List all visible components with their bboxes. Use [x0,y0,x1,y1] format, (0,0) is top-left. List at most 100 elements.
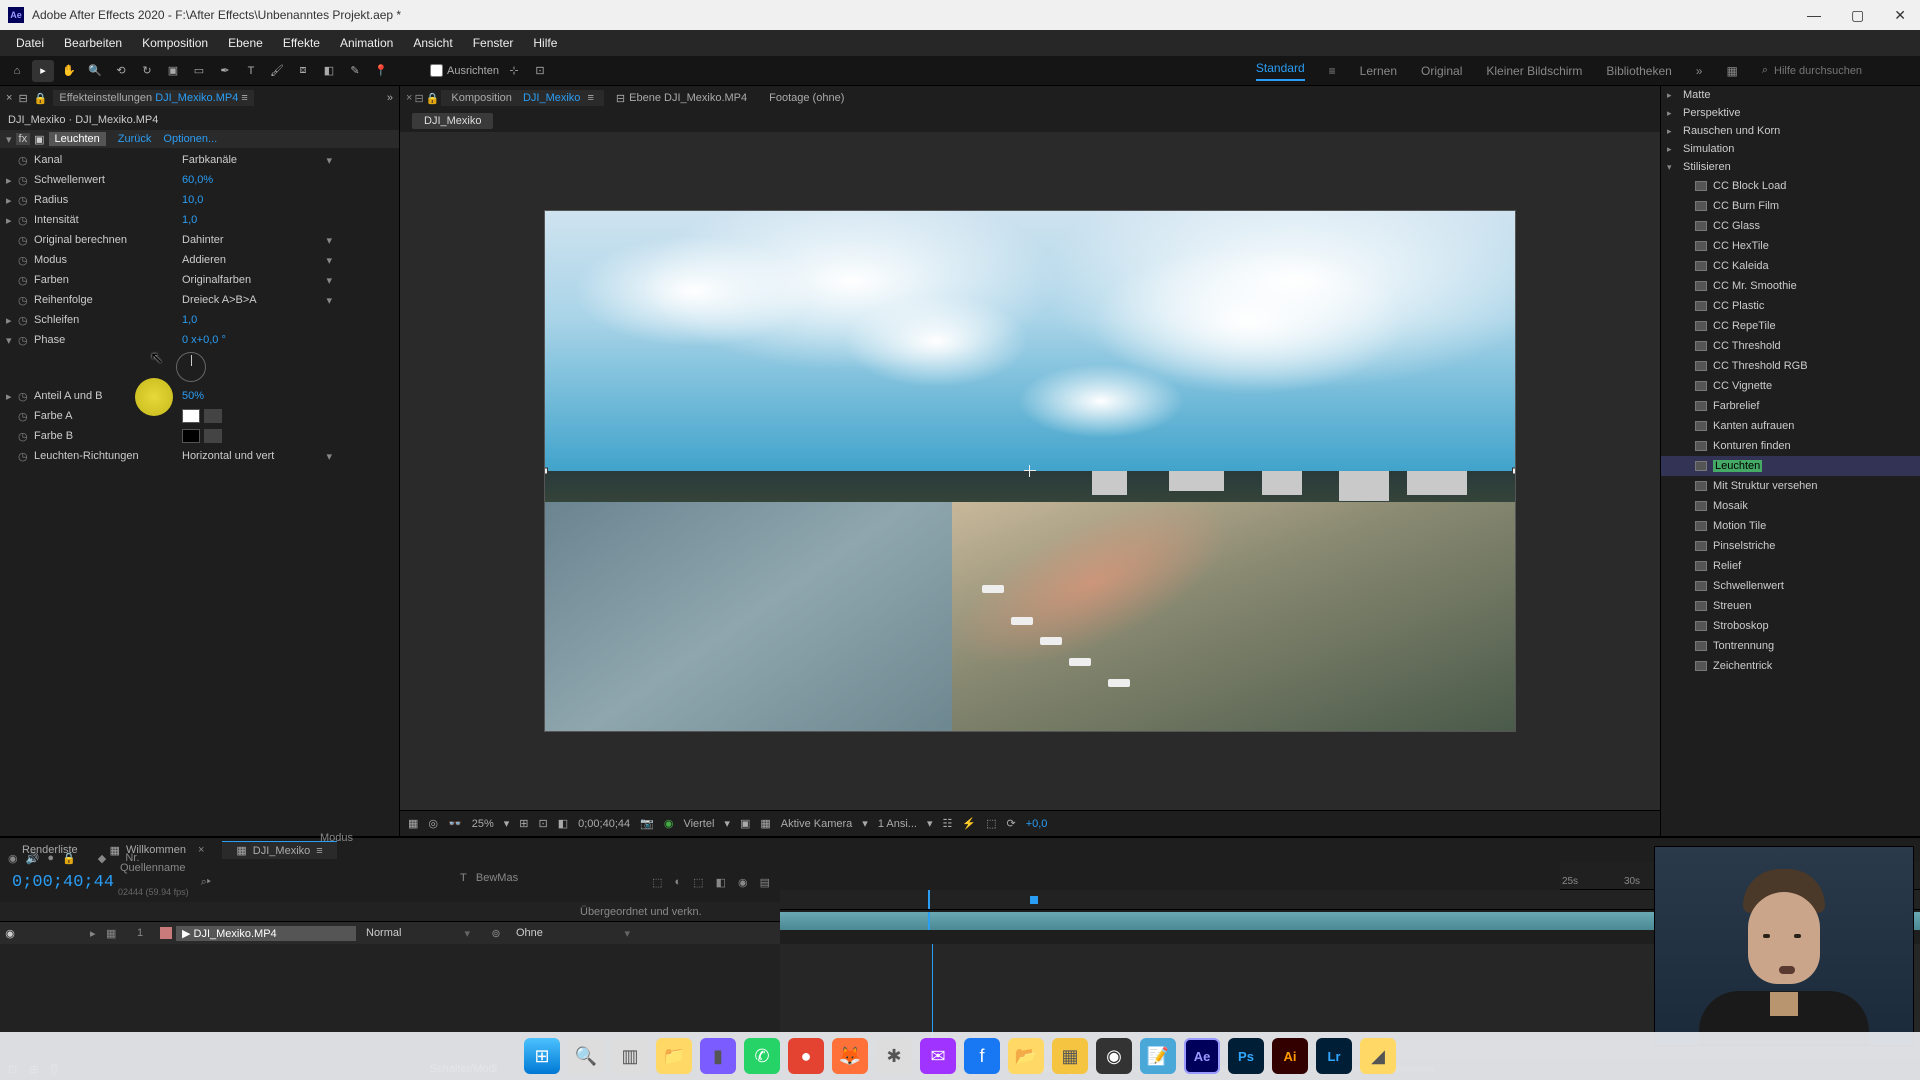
workspace-standard[interactable]: Standard [1256,61,1305,81]
taskbar-messenger-icon[interactable]: ✉ [920,1038,956,1074]
layer-color-label[interactable] [160,927,172,939]
layer-mode-dropdown[interactable]: Normal [356,927,476,940]
menu-ansicht[interactable]: Ansicht [405,33,460,53]
taskbar-folder-icon[interactable]: 📂 [1008,1038,1044,1074]
fx-item-leuchten[interactable]: Leuchten [1661,456,1920,476]
snap-options-icon[interactable]: ⊡ [529,60,551,82]
stopwatch-icon[interactable]: ◷ [18,194,32,207]
layer-trkmat-dropdown[interactable]: Ohne [516,927,636,940]
chevron-down-icon[interactable]: ▾ [724,817,730,830]
taskbar-facebook-icon[interactable]: f [964,1038,1000,1074]
workspace-biblio[interactable]: Bibliotheken [1606,64,1671,78]
stopwatch-icon[interactable]: ◷ [18,430,32,443]
comp-switch-icon[interactable]: ◐ [675,876,682,888]
fx-item-zeichentrick[interactable]: Zeichentrick [1661,656,1920,676]
menu-animation[interactable]: Animation [332,33,401,53]
snapshot-icon[interactable]: 📷 [640,817,654,830]
twirl-icon[interactable]: ▸ [6,194,18,207]
tab-ebene[interactable]: ⊟ Ebene DJI_Mexiko.MP4 [606,90,757,107]
fx-item-cc-repetile[interactable]: CC RepeTile [1661,316,1920,336]
zoom-value[interactable]: 25% [472,818,494,830]
twirl-icon[interactable]: ▸ [6,174,18,187]
taskbar-taskview-icon[interactable]: ▥ [612,1038,648,1074]
stopwatch-icon[interactable]: ◷ [18,274,32,287]
dropdown-modus[interactable]: Addieren [182,254,332,267]
hand-tool[interactable]: ✋ [58,60,80,82]
clone-tool[interactable]: ⧈ [292,60,314,82]
taskbar-lightroom-icon[interactable]: Lr [1316,1038,1352,1074]
twirl-icon[interactable]: ▸ [6,214,18,227]
workspace-lernen[interactable]: Lernen [1360,64,1397,78]
minimize-button[interactable]: ― [1801,7,1827,24]
taskbar-app-icon[interactable]: ▦ [1052,1038,1088,1074]
taskbar-firefox-icon[interactable]: 🦊 [832,1038,868,1074]
fx-badge-icon[interactable]: fx [16,133,31,145]
transparency-icon[interactable]: ▦ [760,817,770,830]
channel-icon[interactable]: ◧ [558,817,568,830]
taskbar-photoshop-icon[interactable]: Ps [1228,1038,1264,1074]
graph-editor-icon[interactable]: ▤ [760,876,770,889]
help-search[interactable]: ⌕ [1762,64,1914,77]
taskbar-obs-icon[interactable]: ◉ [1096,1038,1132,1074]
layer-pickwhip-icon[interactable]: ⊚ [476,927,516,940]
stopwatch-icon[interactable]: ◷ [18,214,32,227]
draft-3d-icon[interactable]: ⬚ [693,876,703,889]
res-icon[interactable]: ⊞ [519,817,528,830]
3d-icon[interactable]: ⬚ [986,817,996,830]
fx-item-cc-block-load[interactable]: CC Block Load [1661,176,1920,196]
value-phase[interactable]: 0 x+0,0 ° [182,334,226,346]
value-schleifen[interactable]: 1,0 [182,314,197,326]
menu-datei[interactable]: Datei [8,33,52,53]
close-button[interactable]: ✕ [1888,7,1912,24]
taskbar-whatsapp-icon[interactable]: ✆ [744,1038,780,1074]
grid-icon[interactable]: ⊡ [539,817,548,830]
taskbar-explorer-icon[interactable]: 📁 [656,1038,692,1074]
dropdown-reihenfolge[interactable]: Dreieck A>B>A [182,294,332,307]
effect-options[interactable]: Optionen... [163,133,217,145]
fx-item-relief[interactable]: Relief [1661,556,1920,576]
fx-item-kanten-aufrauen[interactable]: Kanten aufrauen [1661,416,1920,436]
workspace-original[interactable]: Original [1421,64,1462,78]
stopwatch-icon[interactable]: ◷ [18,294,32,307]
effect-reset[interactable]: Zurück [118,133,152,145]
snap-icon[interactable]: ⊹ [503,60,525,82]
transform-handle[interactable] [1512,468,1515,475]
value-radius[interactable]: 10,0 [182,194,203,206]
alpha-icon[interactable]: ▦ [408,817,418,830]
stopwatch-icon[interactable]: ◷ [18,450,32,463]
fx-item-stroboskop[interactable]: Stroboskop [1661,616,1920,636]
subtab-comp[interactable]: DJI_Mexiko [412,113,493,129]
stopwatch-icon[interactable]: ◷ [18,234,32,247]
timecode-display[interactable]: 0;00;40;44 [578,818,630,830]
twirl-icon[interactable]: ▸ [6,390,18,403]
fx-item-pinselstriche[interactable]: Pinselstriche [1661,536,1920,556]
panel-lock-icon[interactable]: 🔒 [426,92,440,105]
transform-handle[interactable] [545,468,548,475]
help-search-input[interactable] [1774,65,1914,77]
close-tab-icon[interactable]: × [198,844,204,856]
roto-tool[interactable]: ✎ [344,60,366,82]
taskbar-app-icon[interactable]: ● [788,1038,824,1074]
layer-twirl-icon[interactable]: ▸ [90,927,106,940]
draft-icon[interactable]: ☷ [943,817,953,830]
eraser-tool[interactable]: ◧ [318,60,340,82]
fx-enable-icon[interactable]: ▣ [34,133,44,146]
pen-tool[interactable]: ✒ [214,60,236,82]
quality-dropdown[interactable]: Viertel [683,818,714,830]
taskbar-app-icon[interactable]: ✱ [876,1038,912,1074]
views-dropdown[interactable]: 1 Ansi... [878,818,917,830]
composition-viewer[interactable] [400,132,1660,810]
fx-item-konturen-finden[interactable]: Konturen finden [1661,436,1920,456]
dropdown-kanal[interactable]: Farbkanäle [182,154,332,167]
workspace-menu-icon[interactable]: ≡ [1329,64,1336,78]
taskbar-notes-icon[interactable]: 📝 [1140,1038,1176,1074]
effect-name[interactable]: Leuchten [49,132,106,146]
fx-item-cc-kaleida[interactable]: CC Kaleida [1661,256,1920,276]
preview-icon[interactable]: ⟳ [1006,817,1015,830]
chevron-down-icon[interactable]: ▾ [504,817,510,830]
menu-effekte[interactable]: Effekte [275,33,328,53]
stopwatch-icon[interactable]: ◷ [18,410,32,423]
fx-item-cc-threshold-rgb[interactable]: CC Threshold RGB [1661,356,1920,376]
value-intensitaet[interactable]: 1,0 [182,214,197,226]
safe-zones-icon[interactable]: ◎ [428,817,438,830]
